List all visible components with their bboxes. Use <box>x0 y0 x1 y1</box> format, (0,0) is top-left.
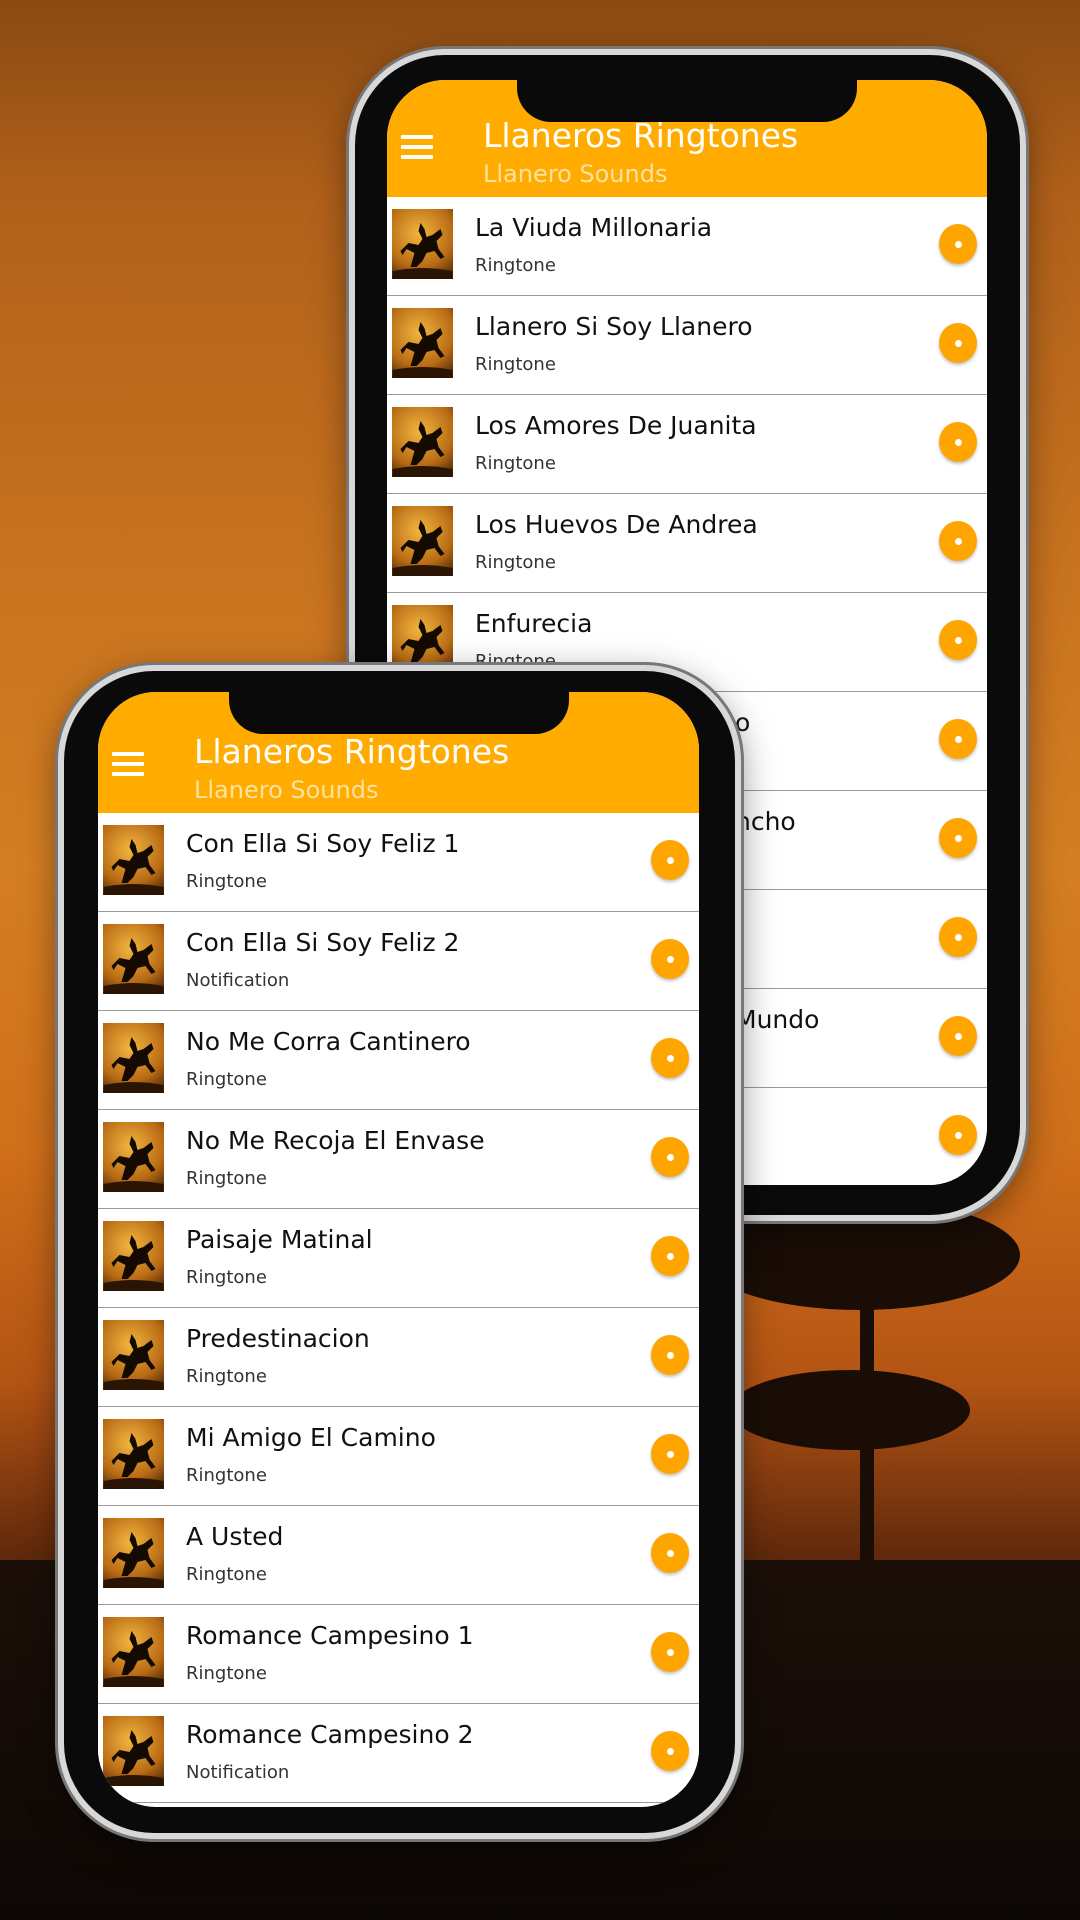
list-item[interactable]: Paisaje Matinal Ringtone <box>98 1209 699 1308</box>
ringtone-title: Paisaje Matinal <box>186 1225 373 1254</box>
notch <box>517 80 857 122</box>
ringtone-title: ncho <box>735 807 796 836</box>
ringtone-thumbnail <box>392 605 453 675</box>
play-button[interactable] <box>651 1137 689 1177</box>
play-button[interactable] <box>939 1115 977 1155</box>
ringtone-type: Ringtone <box>186 1465 267 1486</box>
ringtone-thumbnail <box>103 1122 164 1192</box>
ringtone-title: Mundo <box>735 1005 820 1034</box>
play-button[interactable] <box>939 422 977 462</box>
play-button[interactable] <box>939 620 977 660</box>
ringtone-title: Predestinacion <box>186 1324 370 1353</box>
notch <box>228 692 569 734</box>
ringtone-type: Ringtone <box>186 1663 267 1684</box>
front-phone-screen: Llaneros Ringtones Llanero Sounds Con El… <box>98 692 699 1807</box>
play-button[interactable] <box>939 224 977 264</box>
ringtone-title: Romance Campesino 2 <box>186 1720 474 1749</box>
ringtone-title: Romance Campesino 1 <box>186 1621 474 1650</box>
ringtone-type: Ringtone <box>186 1267 267 1288</box>
ringtone-thumbnail <box>392 407 453 477</box>
ringtone-type: Ringtone <box>186 871 267 892</box>
ringtone-type: Ringtone <box>475 651 556 672</box>
ringtone-thumbnail <box>103 924 164 994</box>
ringtone-thumbnail <box>103 1617 164 1687</box>
ringtone-title: A Usted <box>186 1522 284 1551</box>
list-item[interactable]: Con Ella Si Soy Feliz 1 Ringtone <box>98 813 699 912</box>
ringtone-thumbnail <box>392 308 453 378</box>
ringtone-title: Con Ella Si Soy Feliz 1 <box>186 829 460 858</box>
ringtone-title: o <box>735 708 751 737</box>
play-button[interactable] <box>651 1236 689 1276</box>
ringtone-list: Con Ella Si Soy Feliz 1 Ringtone Con Ella … <box>98 813 699 1803</box>
ringtone-thumbnail <box>103 1023 164 1093</box>
play-button[interactable] <box>651 840 689 880</box>
front-phone: Llaneros Ringtones Llanero Sounds Con El… <box>64 671 735 1833</box>
ringtone-type: Ringtone <box>186 1366 267 1387</box>
ringtone-thumbnail <box>103 825 164 895</box>
play-button[interactable] <box>651 1434 689 1474</box>
play-button[interactable] <box>651 1632 689 1672</box>
ringtone-title: No Me Corra Cantinero <box>186 1027 471 1056</box>
list-item[interactable]: Predestinacion Ringtone <box>98 1308 699 1407</box>
ringtone-thumbnail <box>103 1716 164 1786</box>
ringtone-type: Ringtone <box>475 255 556 276</box>
play-button[interactable] <box>939 917 977 957</box>
list-item[interactable]: Mi Amigo El Camino Ringtone <box>98 1407 699 1506</box>
app-title: Llaneros Ringtones <box>194 732 510 771</box>
list-item[interactable]: A Usted Ringtone <box>98 1506 699 1605</box>
ringtone-title: Los Amores De Juanita <box>475 411 757 440</box>
list-item[interactable]: Los Amores De Juanita Ringtone <box>387 395 987 494</box>
list-item[interactable]: Con Ella Si Soy Feliz 2 Notification <box>98 912 699 1011</box>
ringtone-thumbnail <box>103 1419 164 1489</box>
ringtone-type: Ringtone <box>475 552 556 573</box>
list-item[interactable]: Los Huevos De Andrea Ringtone <box>387 494 987 593</box>
ringtone-thumbnail <box>103 1320 164 1390</box>
play-button[interactable] <box>939 818 977 858</box>
play-button[interactable] <box>651 1533 689 1573</box>
ringtone-title: Mi Amigo El Camino <box>186 1423 436 1452</box>
list-item[interactable]: La Viuda Millonaria Ringtone <box>387 197 987 296</box>
hamburger-menu-icon[interactable] <box>112 752 144 776</box>
ringtone-type: Ringtone <box>186 1564 267 1585</box>
play-button[interactable] <box>651 1731 689 1771</box>
play-button[interactable] <box>651 1335 689 1375</box>
ringtone-type: Ringtone <box>475 354 556 375</box>
ringtone-type: Ringtone <box>186 1168 267 1189</box>
ringtone-thumbnail <box>392 209 453 279</box>
ringtone-thumbnail <box>103 1221 164 1291</box>
play-button[interactable] <box>651 1038 689 1078</box>
ringtone-type: Ringtone <box>475 453 556 474</box>
list-item[interactable]: Romance Campesino 1 Ringtone <box>98 1605 699 1704</box>
app-subtitle: Llanero Sounds <box>194 776 379 804</box>
ringtone-type: Notification <box>186 1762 290 1783</box>
ringtone-title: No Me Recoja El Envase <box>186 1126 485 1155</box>
hamburger-menu-icon[interactable] <box>401 135 433 159</box>
play-button[interactable] <box>939 521 977 561</box>
ringtone-type: Ringtone <box>186 1069 267 1090</box>
play-button[interactable] <box>939 1016 977 1056</box>
list-item[interactable]: No Me Recoja El Envase Ringtone <box>98 1110 699 1209</box>
list-item[interactable]: Romance Campesino 2 Notification <box>98 1704 699 1803</box>
ringtone-title: Los Huevos De Andrea <box>475 510 758 539</box>
ringtone-thumbnail <box>103 1518 164 1588</box>
play-button[interactable] <box>939 719 977 759</box>
play-button[interactable] <box>939 323 977 363</box>
ringtone-title: Llanero Si Soy Llanero <box>475 312 753 341</box>
ringtone-title: Enfurecia <box>475 609 593 638</box>
ringtone-type: Notification <box>186 970 290 991</box>
ringtone-title: La Viuda Millonaria <box>475 213 713 242</box>
list-item[interactable]: No Me Corra Cantinero Ringtone <box>98 1011 699 1110</box>
ringtone-thumbnail <box>392 506 453 576</box>
list-item[interactable]: Llanero Si Soy Llanero Ringtone <box>387 296 987 395</box>
ringtone-title: Con Ella Si Soy Feliz 2 <box>186 928 460 957</box>
play-button[interactable] <box>651 939 689 979</box>
app-subtitle: Llanero Sounds <box>483 160 668 188</box>
